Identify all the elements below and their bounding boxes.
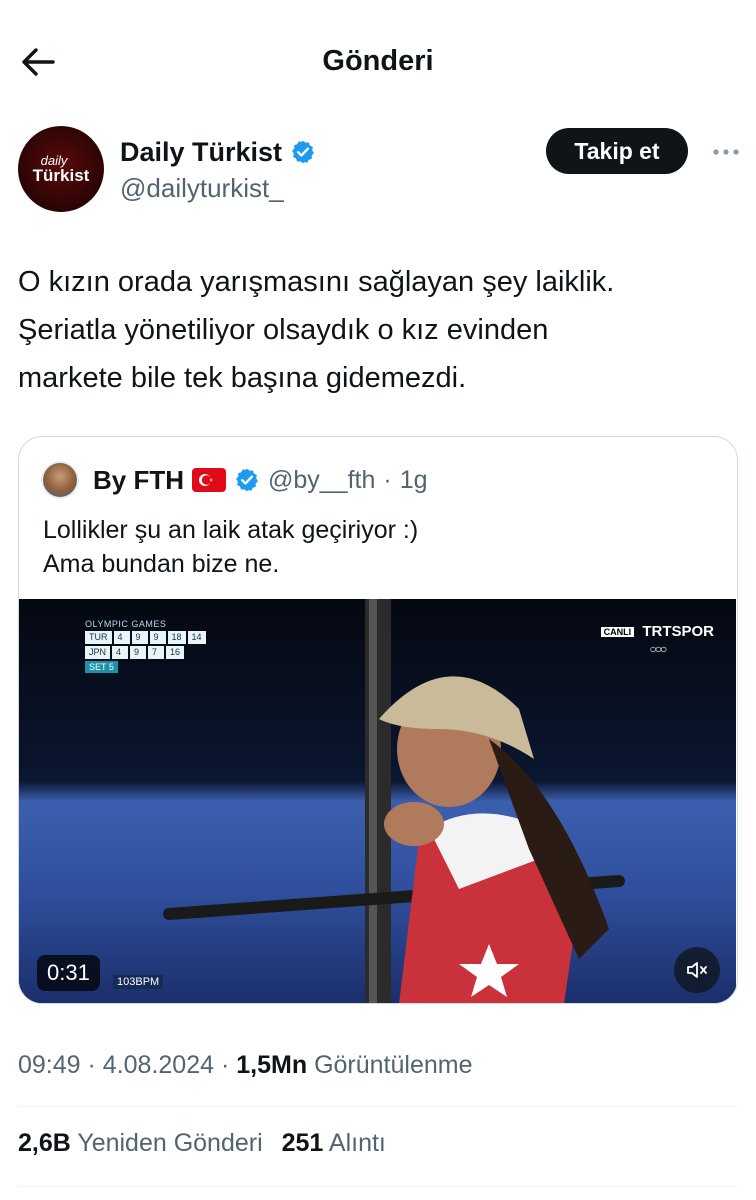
score-cell: 7 <box>148 646 165 659</box>
views-count: 1,5Mn <box>236 1051 308 1079</box>
tweet-line: O kızın orada yarışmasını sağlayan şey l… <box>18 266 615 298</box>
score-cell: 9 <box>130 646 147 659</box>
quoted-avatar[interactable] <box>41 461 79 499</box>
score-team: JPN <box>85 646 111 659</box>
author-name-text: Daily Türkist <box>120 137 283 167</box>
quoted-separator: · <box>383 465 392 494</box>
video-player[interactable]: OLYMPIC GAMES TUR 4 9 9 18 14 JPN 4 9 7 … <box>19 599 736 1003</box>
tweet-stats: 2,6B Yeniden Gönderi 251 Alıntı <box>18 1126 386 1160</box>
author-row: daily Türkist Daily Türkist @dailyturkis… <box>18 124 739 214</box>
reposts-stat[interactable]: 2,6B Yeniden Gönderi <box>18 1129 270 1157</box>
quoted-author-name[interactable]: By FTH <box>93 465 184 496</box>
scoreboard: OLYMPIC GAMES TUR 4 9 9 18 14 JPN 4 9 7 … <box>85 619 206 673</box>
author-name[interactable]: Daily Türkist <box>120 136 316 168</box>
score-cell: 4 <box>112 646 129 659</box>
scoreboard-set: SET 5 <box>85 661 118 673</box>
score-cell: 18 <box>167 631 186 644</box>
follow-button[interactable]: Takip et <box>546 128 688 174</box>
score-cell: 14 <box>187 631 206 644</box>
quoted-line: Ama bundan bize ne. <box>43 550 280 578</box>
meta-separator: · <box>220 1051 237 1079</box>
quoted-tweet-card[interactable]: By FTH @by__fth · 1g Lollikler şu an lai… <box>18 436 738 1004</box>
volume-muted-icon <box>687 962 707 978</box>
tweet-date[interactable]: 4.08.2024 <box>103 1051 214 1079</box>
divider <box>18 1186 738 1187</box>
quotes-stat[interactable]: 251 Alıntı <box>282 1129 386 1157</box>
reposts-label: Yeniden Gönderi <box>77 1129 263 1157</box>
tweet-text: O kızın orada yarışmasını sağlayan şey l… <box>18 258 738 402</box>
quoted-tweet-text: Lollikler şu an laik atak geçiriyor :) A… <box>43 513 418 581</box>
live-badge: CANLI <box>600 627 635 638</box>
scoreboard-row: TUR 4 9 9 18 14 <box>85 631 206 644</box>
video-duration: 0:31 <box>37 955 100 991</box>
tweet-line: Şeriatla yönetiliyor olsaydık o kız evin… <box>18 314 549 346</box>
meta-separator: · <box>87 1051 103 1079</box>
tweet-line: markete bile tek başına gidemezdi. <box>18 362 467 394</box>
page-title: Gönderi <box>322 45 434 77</box>
avatar-text-bottom: Türkist <box>32 165 90 185</box>
scoreboard-title: OLYMPIC GAMES <box>85 619 167 629</box>
verified-badge-icon <box>236 468 258 492</box>
avatar[interactable]: daily Türkist <box>18 126 104 212</box>
more-horizontal-icon <box>713 149 739 155</box>
verified-badge-icon <box>292 140 315 164</box>
mute-button[interactable] <box>674 947 720 993</box>
quotes-count: 251 <box>281 1129 324 1157</box>
quoted-time[interactable]: 1g <box>400 466 428 495</box>
turkey-flag-icon <box>192 468 226 492</box>
tweet-meta: 09:49 · 4.08.2024 · 1,5Mn Görüntülenme <box>18 1048 473 1082</box>
broadcaster-name: TRTSPOR <box>642 623 714 640</box>
score-team: TUR <box>85 631 112 644</box>
score-cell: 16 <box>166 646 185 659</box>
quotes-label: Alıntı <box>328 1129 386 1157</box>
tweet-time[interactable]: 09:49 <box>18 1051 81 1079</box>
score-cell: 4 <box>113 631 130 644</box>
quoted-tweet-header: By FTH @by__fth · 1g <box>41 461 428 499</box>
quoted-line: Lollikler şu an laik atak geçiriyor :) <box>43 516 419 544</box>
score-cell: 9 <box>149 631 166 644</box>
score-cell: 9 <box>131 631 148 644</box>
author-handle[interactable]: @dailyturkist_ <box>120 172 284 204</box>
top-bar: Gönderi <box>0 0 756 120</box>
quoted-author-handle[interactable]: @by__fth <box>268 466 375 495</box>
olympic-rings-icon: ○○○ <box>649 642 667 656</box>
reposts-count: 2,6B <box>18 1129 71 1157</box>
divider <box>18 1106 738 1107</box>
views-label: Görüntülenme <box>314 1051 473 1079</box>
avatar-text-top: daily <box>40 152 68 168</box>
scoreboard-row: JPN 4 9 7 16 <box>85 646 206 659</box>
broadcaster-logo: CANLI TRTSPOR ○○○ <box>600 623 714 656</box>
more-options-button[interactable] <box>708 134 744 170</box>
heart-rate-label: 103BPM <box>113 975 164 989</box>
